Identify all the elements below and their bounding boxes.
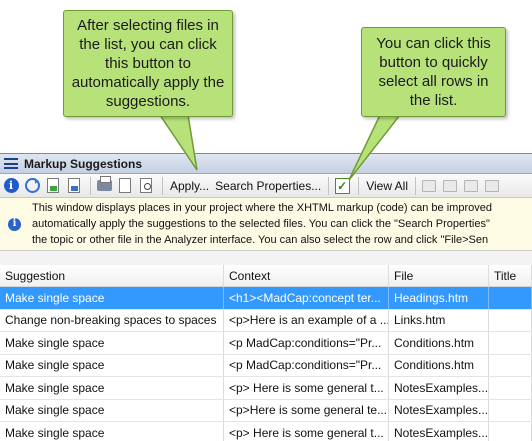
cell-file: NotesExamples... <box>389 399 489 421</box>
search-properties-button[interactable]: Search Properties... <box>212 179 324 193</box>
column-header-suggestion[interactable]: Suggestion <box>0 265 224 286</box>
apply-button[interactable]: Apply... <box>167 179 212 193</box>
cell-context: <p MadCap:conditions="Pr... <box>224 332 389 354</box>
view-all-button[interactable]: View All <box>363 179 411 193</box>
first-page-icon[interactable] <box>420 177 438 195</box>
cell-file: Headings.htm <box>389 287 489 309</box>
table-row[interactable]: Make single space <p>Here is some general… <box>0 399 532 422</box>
callout-apply: After selecting files in the list, you c… <box>63 10 233 117</box>
info-bar: i This window displays places in your pr… <box>0 198 532 251</box>
cell-suggestion: Make single space <box>0 377 224 399</box>
callout-select-all: You can click this button to quickly sel… <box>361 27 506 117</box>
cell-suggestion: Make single space <box>0 422 224 441</box>
zoom-icon[interactable] <box>137 177 155 195</box>
cell-file: NotesExamples... <box>389 422 489 441</box>
cell-title <box>489 287 532 309</box>
next-page-icon[interactable] <box>462 177 480 195</box>
export-icon[interactable] <box>65 177 83 195</box>
window-title: Markup Suggestions <box>24 156 143 171</box>
cell-context: <p>Here is some general te... <box>224 399 389 421</box>
cell-title <box>489 309 532 331</box>
cell-context: <p> Here is some general t... <box>224 377 389 399</box>
cell-title <box>489 399 532 421</box>
cell-suggestion: Change non-breaking spaces to spaces <box>0 309 224 331</box>
info-icon[interactable]: i <box>2 177 20 195</box>
info-line: the topic or other file in the Analyzer … <box>32 234 489 246</box>
cell-file: Conditions.htm <box>389 354 489 376</box>
window-titlebar: Markup Suggestions <box>0 154 532 174</box>
column-header-file[interactable]: File <box>389 265 489 286</box>
select-all-icon[interactable]: ✓ <box>333 177 351 195</box>
info-line: This window displays places in your proj… <box>32 202 492 214</box>
open-file-icon[interactable] <box>44 177 62 195</box>
callout-apply-text: After selecting files in the list, you c… <box>71 17 225 110</box>
cell-suggestion: Make single space <box>0 354 224 376</box>
toolbar-separator <box>162 176 163 195</box>
previous-page-icon[interactable] <box>441 177 459 195</box>
cell-title <box>489 377 532 399</box>
table-row[interactable]: Make single space <p> Here is some genera… <box>0 377 532 400</box>
toolbar-separator <box>90 176 91 195</box>
table-row[interactable]: Make single space <p> Here is some genera… <box>0 422 532 441</box>
cell-file: Conditions.htm <box>389 332 489 354</box>
toolbar-separator <box>415 176 417 195</box>
table-row[interactable]: Make single space <p MadCap:conditions="P… <box>0 332 532 355</box>
callout-select-all-text: You can click this button to quickly sel… <box>376 35 491 109</box>
window-menu-icon[interactable] <box>4 158 18 169</box>
table-row[interactable]: Make single space <h1><MadCap:concept ter… <box>0 287 532 310</box>
cell-suggestion: Make single space <box>0 399 224 421</box>
table-row[interactable]: Make single space <p MadCap:conditions="P… <box>0 354 532 377</box>
cell-title <box>489 332 532 354</box>
info-line: automatically apply the suggestions to t… <box>32 218 490 230</box>
table-row[interactable]: Change non-breaking spaces to spaces <p>H… <box>0 309 532 332</box>
grid-body: Make single space <h1><MadCap:concept ter… <box>0 287 532 441</box>
column-header-context[interactable]: Context <box>224 265 389 286</box>
cell-context: <p MadCap:conditions="Pr... <box>224 354 389 376</box>
cell-context: <p>Here is an example of a ... <box>224 309 389 331</box>
cell-context: <h1><MadCap:concept ter... <box>224 287 389 309</box>
toolbar: i Apply... Search Properties... ✓ View A… <box>0 174 532 198</box>
suggestions-grid: Suggestion Context File Title Make singl… <box>0 265 532 441</box>
toolbar-separator <box>358 176 360 195</box>
cell-title <box>489 422 532 441</box>
toolbar-separator <box>328 176 330 195</box>
markup-suggestions-panel: Markup Suggestions i Apply... Search Pro… <box>0 153 532 441</box>
column-header-title[interactable]: Title <box>489 265 532 286</box>
cell-file: NotesExamples... <box>389 377 489 399</box>
print-icon[interactable] <box>95 176 113 195</box>
cell-suggestion: Make single space <box>0 287 224 309</box>
cell-context: <p> Here is some general t... <box>224 422 389 441</box>
grid-header: Suggestion Context File Title <box>0 265 532 287</box>
refresh-icon[interactable] <box>23 177 41 195</box>
last-page-icon[interactable] <box>483 177 501 195</box>
cell-title <box>489 354 532 376</box>
info-bar-icon: i <box>8 217 21 231</box>
print-preview-icon[interactable] <box>116 177 134 195</box>
cell-suggestion: Make single space <box>0 332 224 354</box>
info-bar-text: This window displays places in your proj… <box>32 200 492 248</box>
cell-file: Links.htm <box>389 309 489 331</box>
